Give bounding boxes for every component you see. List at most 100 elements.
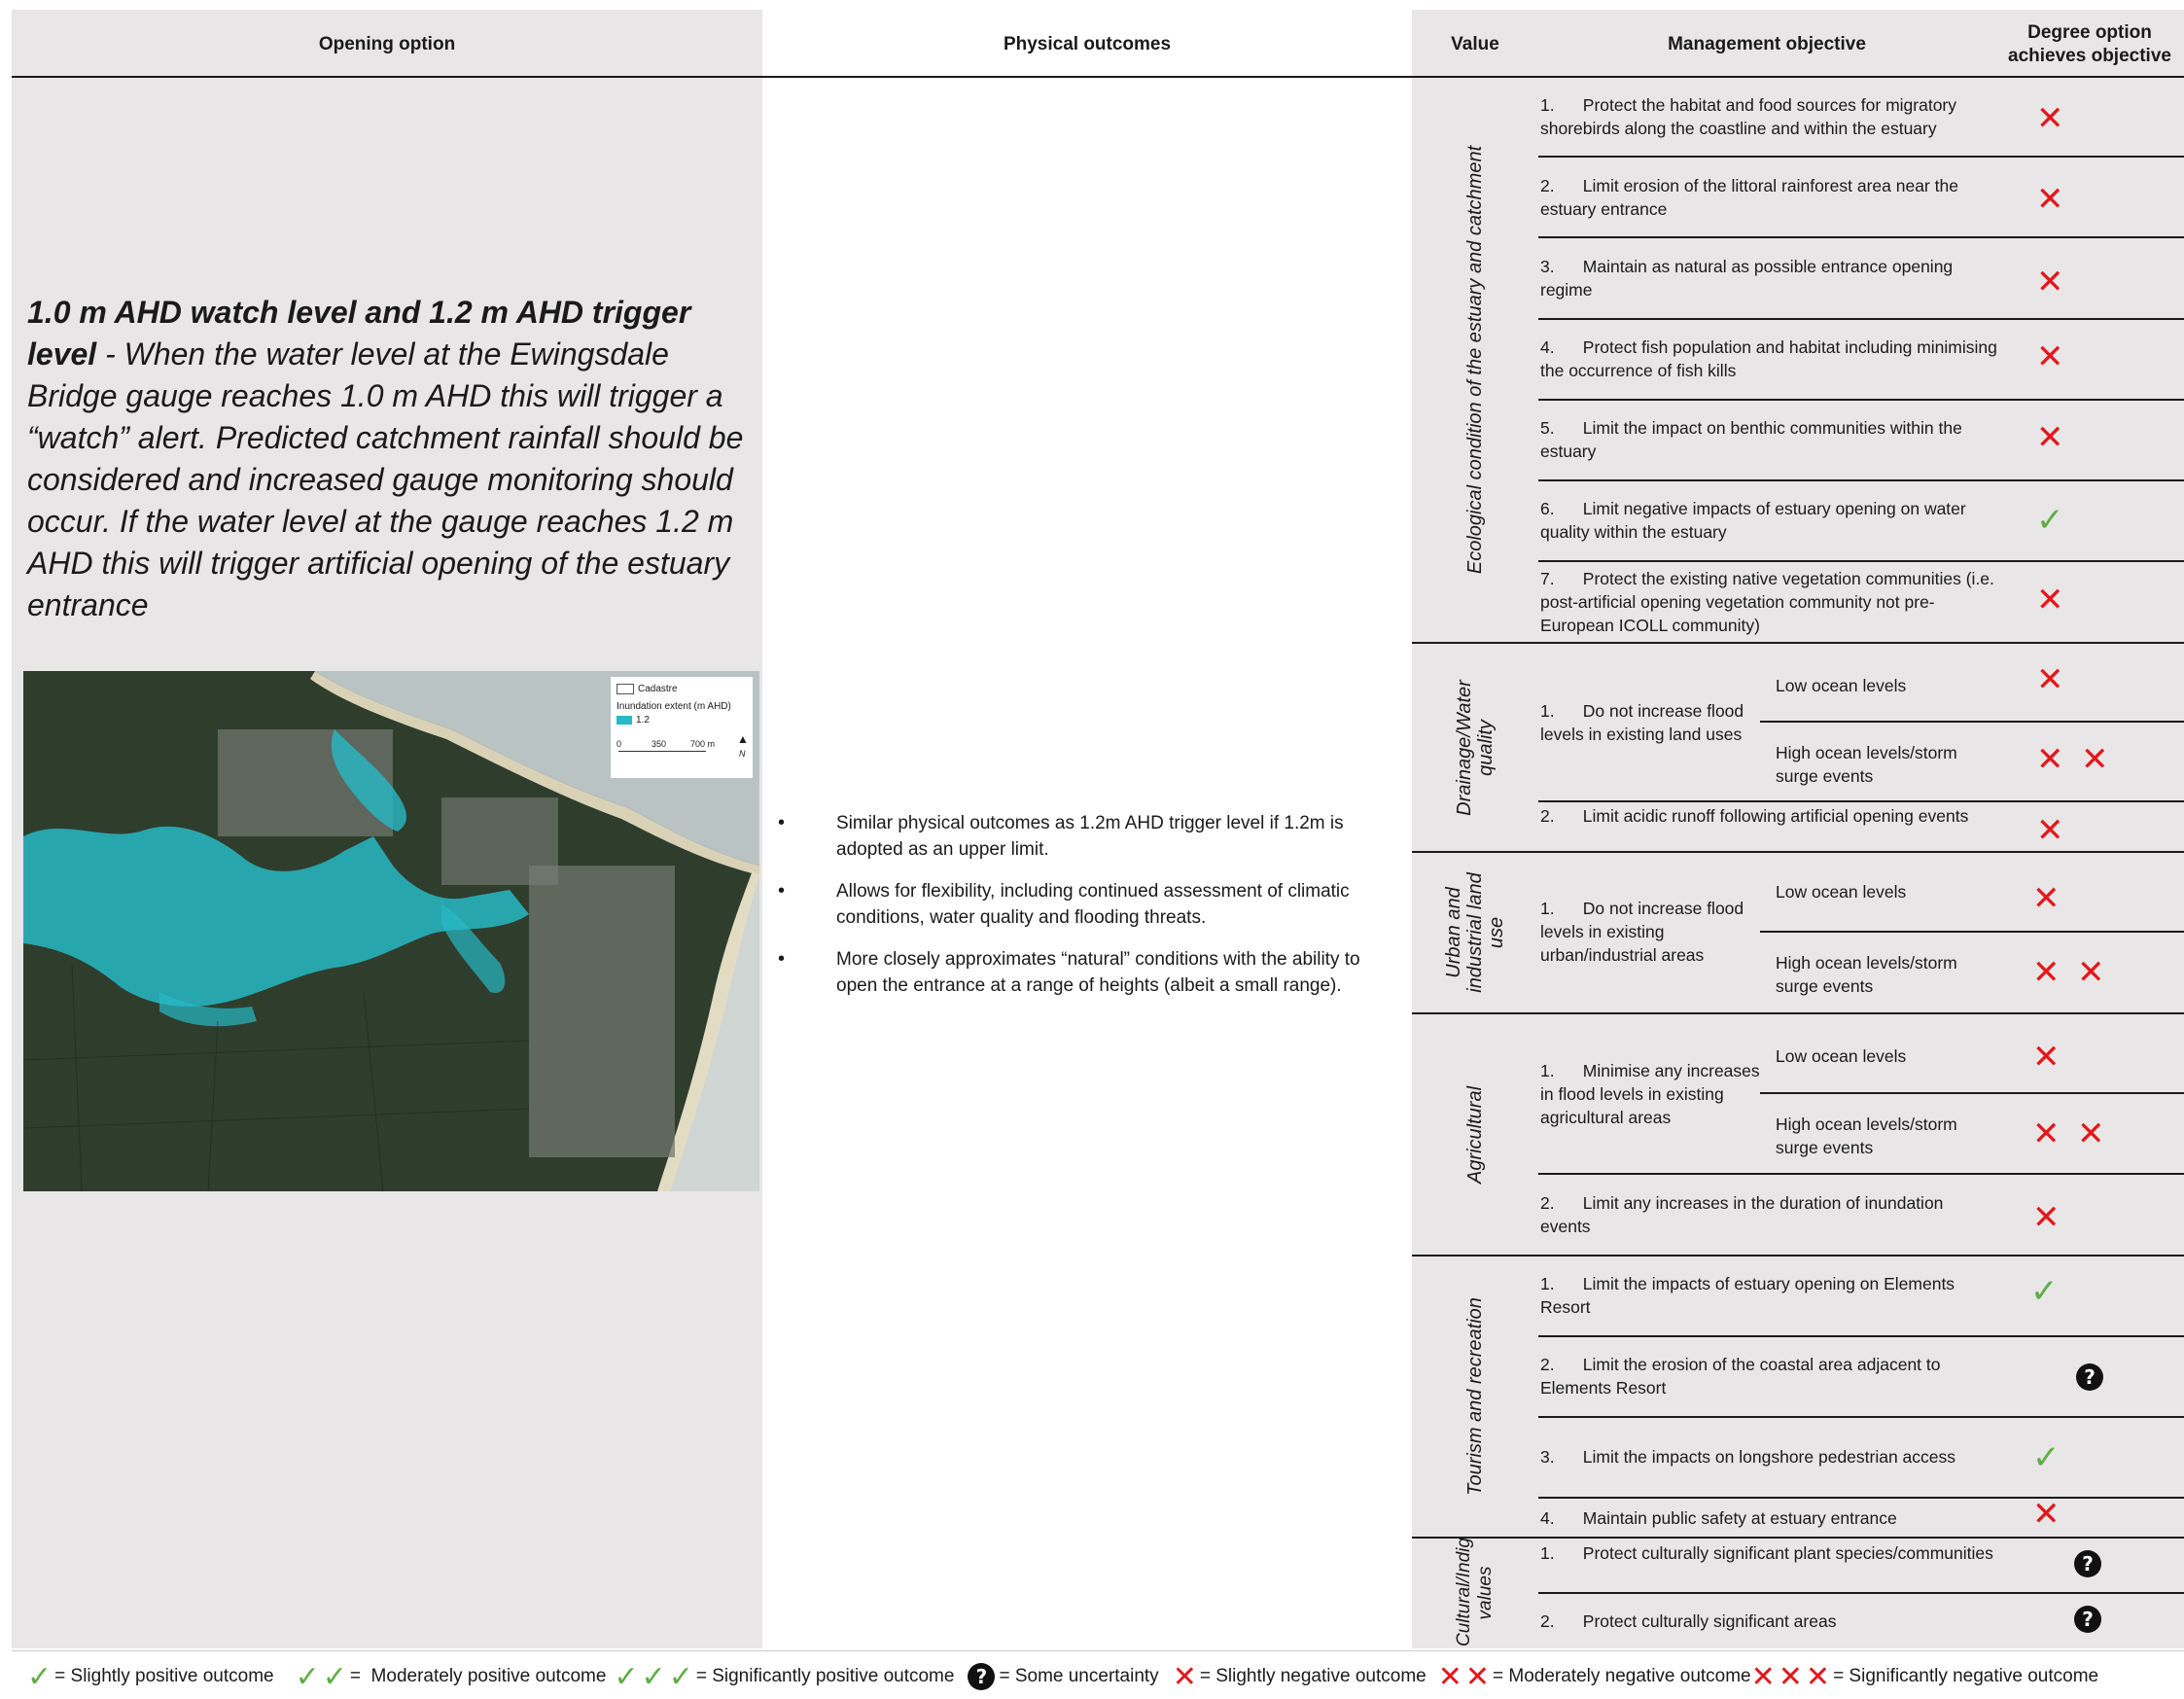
value-tourism: Tourism and recreation [1412,1257,1538,1537]
cross-icon: ✕ [2032,1115,2061,1152]
question-icon: ? [2074,1606,2101,1633]
check-icon: ✓ [27,1660,53,1693]
cross-icon: ✕ [2036,582,2064,619]
value-drainage: Drainage/Water quality [1412,644,1538,851]
legend-significantly-positive: = Significantly positive outcome [695,1666,955,1686]
cross-icon: ✕ [2036,264,2064,301]
objective-agricultural-1: 1. Minimise any increases in flood level… [1540,1061,1760,1127]
physical-outcome-2: Allows for flexibility, including contin… [778,878,1400,931]
legend-some-uncertainty: = Some uncertainty [999,1666,1159,1686]
value-drainage-label: Drainage/Water quality [1454,679,1497,816]
legend-significantly-negative: = Significantly negative outcome [1833,1666,2099,1686]
cadastre-swatch [616,683,634,694]
check-icon: ✓ [2032,1439,2061,1476]
question-icon: ? [2076,1363,2103,1391]
row-rule [1538,1497,2184,1499]
legend-cadastre-row: Cadastre [616,683,747,696]
row-rule [1538,236,2184,238]
check-icon: ✓ [295,1660,320,1693]
objective-drainage-1: 1. Do not increase flood levels in exist… [1540,701,1744,744]
objective-urban-1: 1. Do not increase flood levels in exist… [1540,899,1744,965]
objective-cultural-1: 1. Protect culturally significant plant … [1540,1543,1993,1563]
north-arrow-icon: ▲ [737,732,749,746]
legend-inundation-title: Inundation extent (m AHD) [616,701,731,712]
row-rule [1538,318,2184,320]
value-cultural-label: Cultural/Indigenous values [1454,1539,1496,1646]
cross-icon: ✕ [1464,1660,1490,1693]
question-icon: ? [968,1663,996,1690]
urban-low-ocean: Low ocean levels [1776,882,1907,902]
objective-ecological-1: 1. Protect the habitat and food sources … [1540,95,1956,138]
cross-icon: ✕ [1750,1660,1776,1693]
map-scale-bar: 0 350 700 m ▲ N [616,733,749,759]
objective-tourism-2: 2. Limit the erosion of the coastal area… [1540,1355,1941,1398]
objective-tourism-4: 4. Maintain public safety at estuary ent… [1540,1508,1897,1528]
legend-inundation-value: 1.2 [636,715,650,726]
row-rule [1538,479,2184,481]
agricultural-high-ocean: High ocean levels/storm surge events [1776,1115,1957,1157]
urban-high-ocean: High ocean levels/storm surge events [1776,953,1957,996]
row-rule [1760,721,2184,723]
legend-top-rule [12,1650,2184,1651]
legend-slightly-positive: = Slightly positive outcome [54,1666,274,1686]
check-icon: ✓ [2036,502,2064,539]
cross-icon: ✕ [2081,741,2109,778]
check-icon: ✓ [322,1660,347,1693]
row-rule [1538,1592,2184,1594]
objective-ecological-3: 3. Maintain as natural as possible entra… [1540,257,1954,300]
value-ecological-label: Ecological condition of the estuary and … [1464,145,1487,575]
check-icon: ✓ [2030,1273,2059,1310]
scale-line [618,751,706,752]
cross-icon: ✕ [2077,1115,2105,1152]
check-icon: ✓ [668,1660,693,1693]
opening-option-body: - When the water level at the Ewingsdale… [27,336,744,622]
cross-icon: ✕ [1778,1660,1803,1693]
drainage-high-ocean: High ocean levels/storm surge events [1776,743,1957,786]
cross-icon: ✕ [1172,1660,1197,1693]
value-urban: Urban and industrial land use [1412,853,1538,1012]
cross-icon: ✕ [2036,338,2064,375]
row-rule [1538,800,2184,802]
cross-icon: ✕ [2036,181,2064,218]
value-tourism-label: Tourism and recreation [1464,1297,1486,1496]
agricultural-low-ocean: Low ocean levels [1776,1046,1907,1066]
row-rule [1538,560,2184,562]
row-rule [1538,1173,2184,1175]
cross-icon: ✕ [1437,1660,1462,1693]
row-rule [1760,1092,2184,1094]
cross-icon: ✕ [2036,741,2064,778]
objective-ecological-7: 7. Protect the existing native vegetatio… [1540,569,1994,635]
inundation-swatch [616,715,632,725]
question-icon: ? [2074,1550,2101,1577]
physical-outcomes-list: Similar physical outcomes as 1.2m AHD tr… [778,810,1400,1014]
cross-icon: ✕ [2036,100,2064,137]
row-rule [1760,931,2184,933]
cross-icon: ✕ [2036,812,2064,849]
north-label: N [739,749,746,759]
scale-label-350: 350 [652,739,667,749]
cross-icon: ✕ [2077,954,2105,991]
legend-cadastre-label: Cadastre [638,684,678,694]
legend-moderately-positive: = Moderately positive outcome [349,1666,607,1686]
objective-ecological-5: 5. Limit the impact on benthic communiti… [1540,418,1962,461]
legend-inundation-row: 1.2 [616,714,747,727]
header-opening-option: Opening option [318,34,456,54]
objective-tourism-1: 1. Limit the impacts of estuary opening … [1540,1274,1955,1317]
cross-icon: ✕ [2036,419,2064,456]
row-rule [1538,156,2184,158]
cross-icon: ✕ [2032,880,2061,917]
objective-agricultural-2: 2. Limit any increases in the duration o… [1540,1193,1944,1236]
scale-label-0: 0 [616,739,622,749]
objective-drainage-2: 2. Limit acidic runoff following artific… [1540,806,1969,826]
inundation-map: Cadastre Inundation extent (m AHD) 1.2 0… [23,671,759,1191]
check-icon: ✓ [614,1660,639,1693]
row-rule [1538,1335,2184,1337]
objective-tourism-3: 3. Limit the impacts on longshore pedest… [1540,1447,1956,1467]
header-value: Value [1451,34,1499,54]
row-rule [1538,399,2184,401]
value-cultural: Cultural/Indigenous values [1412,1539,1538,1647]
objective-cultural-2: 2. Protect culturally significant areas [1540,1611,1837,1631]
cross-icon: ✕ [2036,661,2064,698]
value-urban-label: Urban and industrial land use [1443,872,1507,993]
legend: ✓ = Slightly positive outcome ✓ ✓ = Moder… [27,1660,2098,1693]
